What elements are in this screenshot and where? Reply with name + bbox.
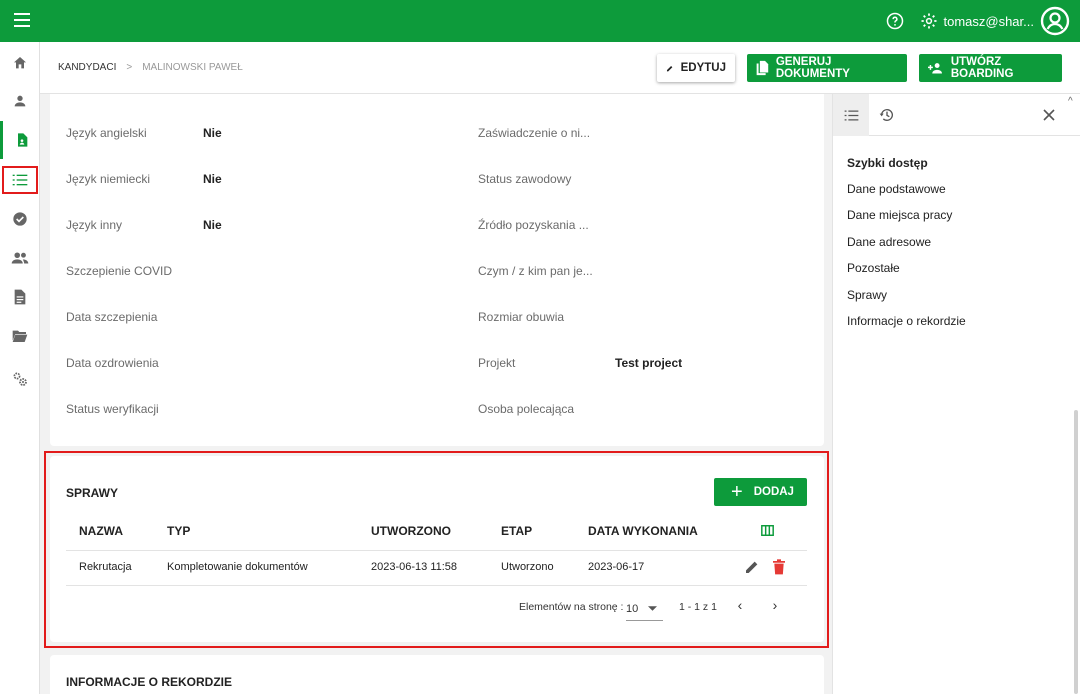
account-avatar-icon[interactable] [1040, 6, 1070, 36]
per-page-label: Elementów na stronę : [519, 601, 624, 613]
copy-document-icon [756, 60, 769, 76]
create-boarding-button[interactable]: UTWÓRZ BOARDING [919, 54, 1062, 82]
tab-history-icon[interactable] [869, 94, 905, 136]
breadcrumb: KANDYDACI > MALINOWSKI PAWEŁ [58, 62, 243, 73]
page-header: KANDYDACI > MALINOWSKI PAWEŁ EDYTUJ GENE… [40, 42, 1080, 94]
cell-due-date: 2023-06-17 [588, 561, 645, 573]
per-page-value: 10 [626, 602, 639, 615]
field-label: Osoba polecająca [478, 402, 575, 416]
user-name[interactable]: tomasz@shar... [943, 14, 1034, 29]
delete-row-trash-icon[interactable] [772, 559, 786, 578]
admin-gears-icon[interactable] [0, 360, 40, 398]
breadcrumb-current: MALINOWSKI PAWEŁ [142, 62, 243, 73]
panel-tabs [833, 94, 1080, 136]
edit-row-pencil-icon[interactable] [744, 559, 760, 578]
cell-stage: Utworzono [501, 561, 554, 573]
cases-title: SPRAWY [66, 486, 119, 500]
cell-created: 2023-06-13 11:58 [371, 561, 458, 573]
column-header-stage[interactable]: ETAP [501, 524, 532, 538]
record-info-title: INFORMACJE O REKORDZIE [66, 675, 233, 689]
check-circle-icon[interactable] [0, 200, 40, 238]
generate-documents-button[interactable]: GENERUJ DOKUMENTY [747, 54, 907, 82]
quick-access-link[interactable]: Pozostałe [847, 261, 900, 275]
column-settings-icon[interactable] [761, 525, 774, 539]
folder-open-icon[interactable] [0, 317, 40, 355]
record-info-card: INFORMACJE O REKORDZIE [50, 655, 824, 694]
breadcrumb-root[interactable]: KANDYDACI [58, 62, 116, 73]
scrollbar-thumb[interactable] [1074, 410, 1078, 694]
quick-access-link[interactable]: Informacje o rekordzie [847, 314, 966, 328]
per-page-select[interactable]: 10 [626, 597, 663, 621]
column-header-due-date[interactable]: DATA WYKONANIA [588, 524, 698, 538]
table-divider [66, 550, 807, 551]
field-label: Czym / z kim pan je... [478, 264, 593, 278]
field-label: Status zawodowy [478, 172, 572, 186]
field-label: Projekt [478, 356, 516, 370]
quick-access-link[interactable]: Dane adresowe [847, 235, 931, 249]
field-label: Szczepienie COVID [66, 264, 173, 278]
column-header-name[interactable]: NAZWA [79, 524, 123, 538]
dropdown-arrow-icon [648, 606, 658, 611]
scroll-up-arrow-icon[interactable]: ^ [1068, 96, 1073, 107]
candidate-document-icon[interactable] [0, 121, 40, 159]
previous-page-chevron-icon[interactable]: ‹ [732, 597, 748, 615]
page-range: 1 - 1 z 1 [679, 601, 717, 613]
tab-quick-access-list-icon[interactable] [833, 94, 869, 136]
cell-name: Rekrutacja [79, 561, 132, 573]
edit-button-label: EDYTUJ [680, 62, 726, 74]
next-page-chevron-icon[interactable]: › [767, 597, 783, 615]
list-icon[interactable] [2, 166, 38, 194]
cases-card: SPRAWY + DODAJ NAZWA TYP UTWORZONO ETAP … [50, 456, 824, 642]
field-value: Nie [203, 126, 222, 140]
side-navigation [0, 42, 40, 694]
quick-access-title: Szybki dostęp [847, 156, 928, 170]
top-app-bar: tomasz@shar... [0, 0, 1080, 42]
menu-icon[interactable] [14, 13, 30, 29]
generate-documents-label: GENERUJ DOKUMENTY [775, 56, 850, 80]
home-icon[interactable] [0, 44, 40, 82]
quick-access-link[interactable]: Dane miejsca pracy [847, 208, 952, 222]
field-value: Nie [203, 218, 222, 232]
add-case-button[interactable]: + DODAJ [714, 478, 807, 506]
pencil-icon [666, 65, 673, 71]
edit-button[interactable]: EDYTUJ [657, 54, 735, 82]
field-label: Język inny [66, 218, 123, 232]
file-text-icon[interactable] [0, 278, 40, 316]
details-card: Język angielski Nie Język niemiecki Nie … [50, 94, 824, 446]
add-case-label: DODAJ [753, 486, 794, 498]
field-label: Data szczepienia [66, 310, 158, 324]
column-header-created[interactable]: UTWORZONO [371, 524, 451, 538]
field-label: Język niemiecki [66, 172, 151, 186]
quick-access-link[interactable]: Dane podstawowe [847, 182, 946, 196]
field-value: Nie [203, 172, 222, 186]
person-icon[interactable] [0, 82, 40, 120]
field-label: Data ozdrowienia [66, 356, 159, 370]
cell-type: Kompletowanie dokumentów [167, 561, 308, 573]
help-icon[interactable] [885, 11, 905, 31]
plus-icon: + [731, 481, 743, 503]
quick-access-panel: Szybki dostęp Dane podstawowe Dane miejs… [832, 94, 1080, 694]
breadcrumb-separator: > [126, 62, 133, 73]
field-label: Status weryfikacji [66, 402, 159, 416]
people-icon[interactable] [0, 239, 40, 277]
field-label: Źródło pozyskania ... [478, 218, 589, 232]
quick-access-link[interactable]: Sprawy [847, 288, 887, 302]
create-boarding-label: UTWÓRZ BOARDING [950, 56, 1014, 80]
person-add-icon [928, 63, 942, 74]
column-header-type[interactable]: TYP [167, 524, 190, 538]
field-label: Zaświadczenie o ni... [478, 126, 591, 140]
settings-gear-icon[interactable] [919, 11, 939, 31]
field-label: Rozmiar obuwia [478, 310, 565, 324]
field-label: Język angielski [66, 126, 147, 140]
table-divider [66, 585, 807, 586]
close-icon[interactable] [1039, 105, 1059, 125]
field-value: Test project [615, 356, 683, 370]
